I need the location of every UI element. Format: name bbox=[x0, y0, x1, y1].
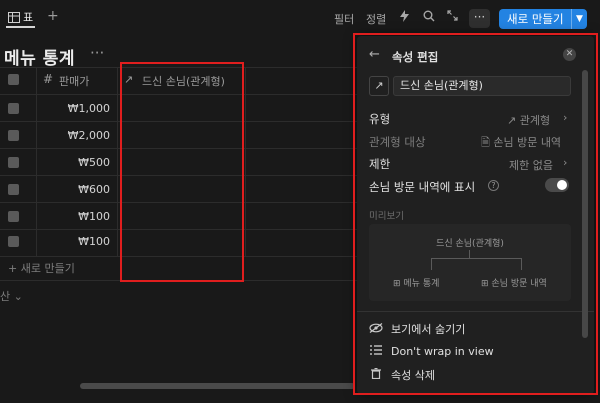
row-border bbox=[0, 148, 357, 149]
top-bar: 표 + 필터 정렬 ··· 새로 만들기 ▼ bbox=[0, 0, 600, 36]
type-value[interactable]: ↗ 관계형 bbox=[507, 112, 550, 128]
new-button-label: 새로 만들기 bbox=[507, 12, 564, 26]
highlight-relation-column bbox=[120, 62, 244, 282]
relation-arrow-icon: ↗ bbox=[124, 73, 134, 86]
horizontal-scrollbar[interactable] bbox=[80, 383, 355, 389]
help-icon[interactable]: ? bbox=[488, 180, 499, 191]
chevron-right-icon[interactable]: › bbox=[563, 111, 567, 124]
related-db-label: 관계형 대상 bbox=[369, 135, 426, 149]
calculate-dropdown[interactable]: 산 ⌄ bbox=[0, 288, 23, 304]
expand-icon[interactable] bbox=[447, 10, 458, 24]
table-cell-price[interactable]: ₩100 bbox=[78, 235, 110, 248]
preview-connector bbox=[431, 258, 521, 259]
more-options-button[interactable]: ··· bbox=[469, 9, 490, 28]
row-checkbox[interactable] bbox=[8, 157, 19, 168]
view-tab-table[interactable]: 표 bbox=[6, 8, 36, 28]
panel-title: 속성 편집 bbox=[392, 50, 439, 64]
row-border bbox=[0, 256, 357, 257]
row-border bbox=[0, 121, 357, 122]
related-db-value: 🗎 손님 방문 내역 bbox=[481, 136, 562, 149]
row-checkbox[interactable] bbox=[8, 103, 19, 114]
table-icon bbox=[8, 11, 20, 23]
chevron-right-icon[interactable]: › bbox=[563, 156, 567, 169]
row-checkbox[interactable] bbox=[8, 130, 19, 141]
delete-property-button[interactable]: 속성 삭제 bbox=[369, 367, 435, 383]
chevron-down-icon[interactable]: ▼ bbox=[572, 14, 587, 24]
row-checkbox[interactable] bbox=[8, 184, 19, 195]
sort-button[interactable]: 정렬 bbox=[366, 11, 386, 27]
new-button[interactable]: 새로 만들기 ▼ bbox=[499, 9, 587, 29]
row-border bbox=[0, 280, 357, 281]
trash-icon bbox=[369, 367, 383, 382]
property-icon-button[interactable]: ↗ bbox=[369, 76, 389, 96]
table-cell-price[interactable]: ₩2,000 bbox=[68, 129, 110, 142]
row-checkbox[interactable] bbox=[8, 211, 19, 222]
relation-preview: 드신 손님(관계형) ⊞ 메뉴 통계 ⊞ 손님 방문 내역 bbox=[369, 224, 571, 301]
row-border bbox=[0, 175, 357, 176]
add-view-button[interactable]: + bbox=[47, 8, 59, 24]
type-label: 유형 bbox=[369, 112, 391, 126]
table-cell-price[interactable]: ₩600 bbox=[78, 183, 110, 196]
column-divider bbox=[36, 67, 37, 256]
dont-wrap-label: Don't wrap in view bbox=[391, 345, 494, 358]
limit-value[interactable]: 제한 없음 bbox=[509, 157, 553, 173]
panel-vertical-scrollbar[interactable] bbox=[582, 70, 588, 338]
show-on-related-toggle[interactable] bbox=[545, 178, 569, 192]
back-arrow-icon[interactable]: ← bbox=[369, 47, 380, 62]
preview-source-db: ⊞ 메뉴 통계 bbox=[393, 279, 440, 289]
property-name-input[interactable]: 드신 손님(관계형) bbox=[393, 76, 571, 96]
preview-relation-name: 드신 손님(관계형) bbox=[436, 239, 504, 249]
preview-connector bbox=[469, 250, 470, 258]
add-row-button[interactable]: + 새로 만들기 bbox=[8, 260, 75, 276]
dont-wrap-button[interactable]: Don't wrap in view bbox=[369, 345, 494, 358]
table-cell-price[interactable]: ₩1,000 bbox=[68, 102, 110, 115]
limit-label: 제한 bbox=[369, 157, 391, 171]
preview-target-db: ⊞ 손님 방문 내역 bbox=[481, 279, 547, 289]
preview-connector bbox=[521, 258, 522, 270]
preview-label: 미리보기 bbox=[369, 211, 404, 222]
filter-button[interactable]: 필터 bbox=[334, 11, 354, 27]
search-icon[interactable] bbox=[423, 10, 435, 25]
page-title[interactable]: 메뉴 통계 bbox=[4, 44, 75, 69]
row-border bbox=[0, 202, 357, 203]
column-header-relation[interactable]: 드신 손님(관계형) bbox=[142, 73, 225, 89]
list-lines-icon bbox=[369, 345, 383, 358]
column-divider bbox=[117, 67, 118, 256]
show-on-related-label: 손님 방문 내역에 표시 bbox=[369, 180, 476, 194]
property-edit-panel: ← 속성 편집 ✕ ↗ 드신 손님(관계형) 유형 ↗ 관계형 › 관계형 대상… bbox=[357, 36, 594, 394]
hide-in-view-label: 보기에서 숨기기 bbox=[391, 323, 466, 336]
number-type-icon: # bbox=[43, 72, 54, 86]
column-divider bbox=[245, 67, 246, 256]
column-header-price[interactable]: 판매가 bbox=[59, 73, 89, 89]
view-tab-label: 표 bbox=[23, 11, 34, 24]
close-icon[interactable]: ✕ bbox=[563, 48, 576, 61]
header-bottom-border bbox=[0, 94, 357, 95]
eye-off-icon bbox=[369, 322, 383, 336]
title-more-button[interactable]: ··· bbox=[90, 44, 104, 62]
panel-divider bbox=[357, 311, 594, 312]
select-all-checkbox[interactable] bbox=[8, 74, 19, 85]
table-cell-price[interactable]: ₩100 bbox=[78, 210, 110, 223]
row-border bbox=[0, 229, 357, 230]
preview-connector bbox=[431, 258, 432, 270]
delete-property-label: 속성 삭제 bbox=[391, 369, 435, 382]
row-checkbox[interactable] bbox=[8, 236, 19, 247]
automation-lightning-icon[interactable] bbox=[400, 10, 409, 25]
table-cell-price[interactable]: ₩500 bbox=[78, 156, 110, 169]
toggle-knob bbox=[557, 180, 567, 190]
table-top-border bbox=[0, 67, 357, 68]
hide-in-view-button[interactable]: 보기에서 숨기기 bbox=[369, 321, 465, 337]
